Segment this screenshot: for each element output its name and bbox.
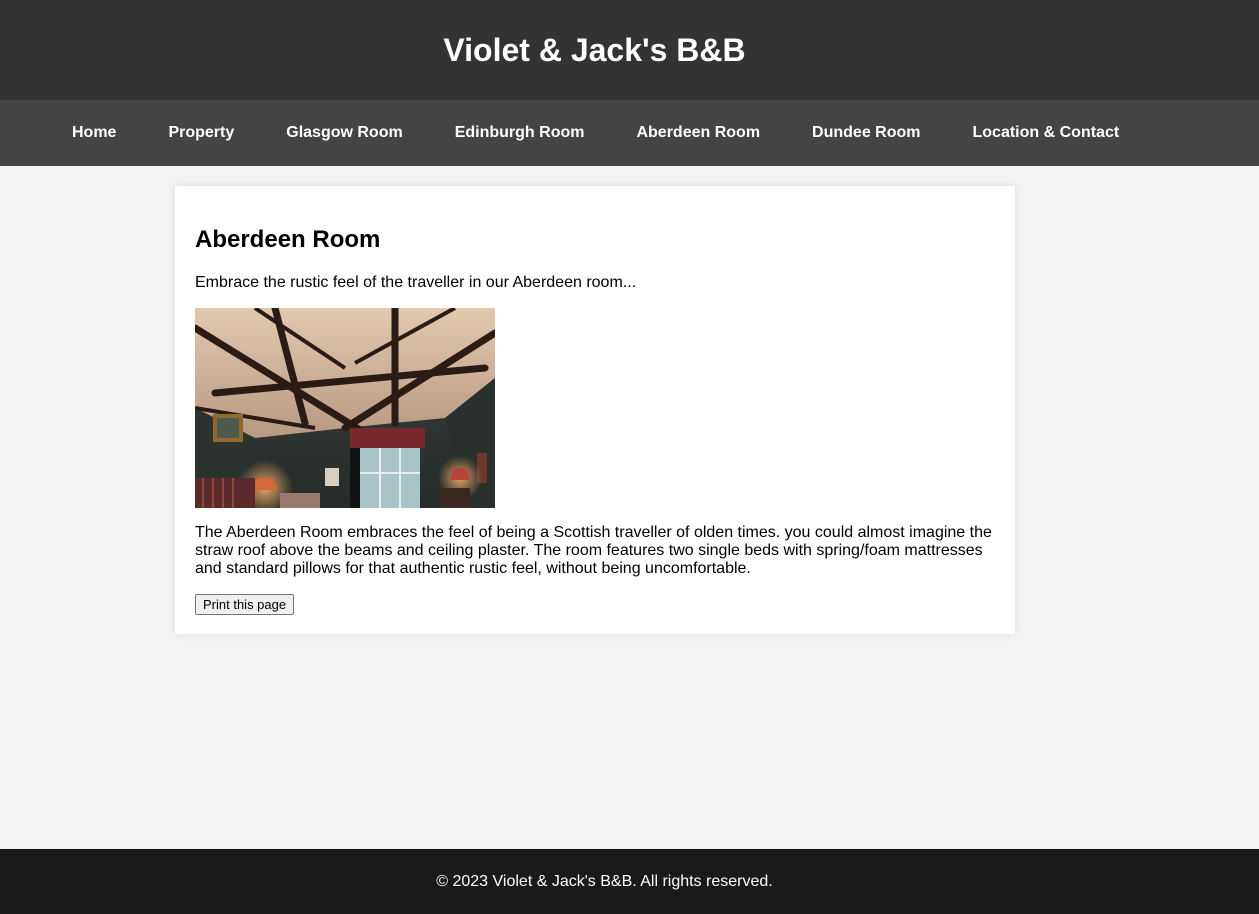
site-title: Violet & Jack's B&B — [443, 32, 746, 68]
nav-link-property[interactable]: Property — [168, 124, 234, 141]
nav-link-home[interactable]: Home — [72, 124, 116, 141]
nav-item-aberdeen-room: Aberdeen Room — [610, 124, 786, 142]
room-photo — [195, 308, 495, 508]
print-button[interactable]: Print this page — [195, 594, 295, 615]
nav-link-glasgow-room[interactable]: Glasgow Room — [286, 124, 402, 141]
footer-copyright: © 2023 Violet & Jack's B&B. All rights r… — [436, 872, 773, 890]
site-footer: © 2023 Violet & Jack's B&B. All rights r… — [0, 849, 1259, 914]
nav-item-home: Home — [46, 124, 142, 142]
nav-item-glasgow-room: Glasgow Room — [260, 124, 428, 142]
nav-link-dundee-room[interactable]: Dundee Room — [812, 124, 920, 141]
site-header: Violet & Jack's B&B — [0, 0, 1259, 100]
main-nav: Home Property Glasgow Room Edinburgh Roo… — [0, 100, 1259, 166]
content-card: Aberdeen Room Embrace the rustic feel of… — [175, 186, 1015, 634]
nav-link-aberdeen-room[interactable]: Aberdeen Room — [636, 124, 760, 141]
nav-item-property: Property — [142, 124, 260, 142]
nav-item-dundee-room: Dundee Room — [786, 124, 946, 142]
nav-link-edinburgh-room[interactable]: Edinburgh Room — [455, 124, 585, 141]
room-title: Aberdeen Room — [195, 226, 381, 253]
nav-item-edinburgh-room: Edinburgh Room — [429, 124, 611, 142]
nav-list: Home Property Glasgow Room Edinburgh Roo… — [0, 100, 1259, 166]
room-description: The Aberdeen Room embraces the feel of b… — [195, 524, 992, 577]
room-intro: Embrace the rustic feel of the traveller… — [195, 274, 637, 291]
nav-item-location-contact: Location & Contact — [947, 124, 1146, 142]
nav-link-location-contact[interactable]: Location & Contact — [973, 124, 1120, 141]
